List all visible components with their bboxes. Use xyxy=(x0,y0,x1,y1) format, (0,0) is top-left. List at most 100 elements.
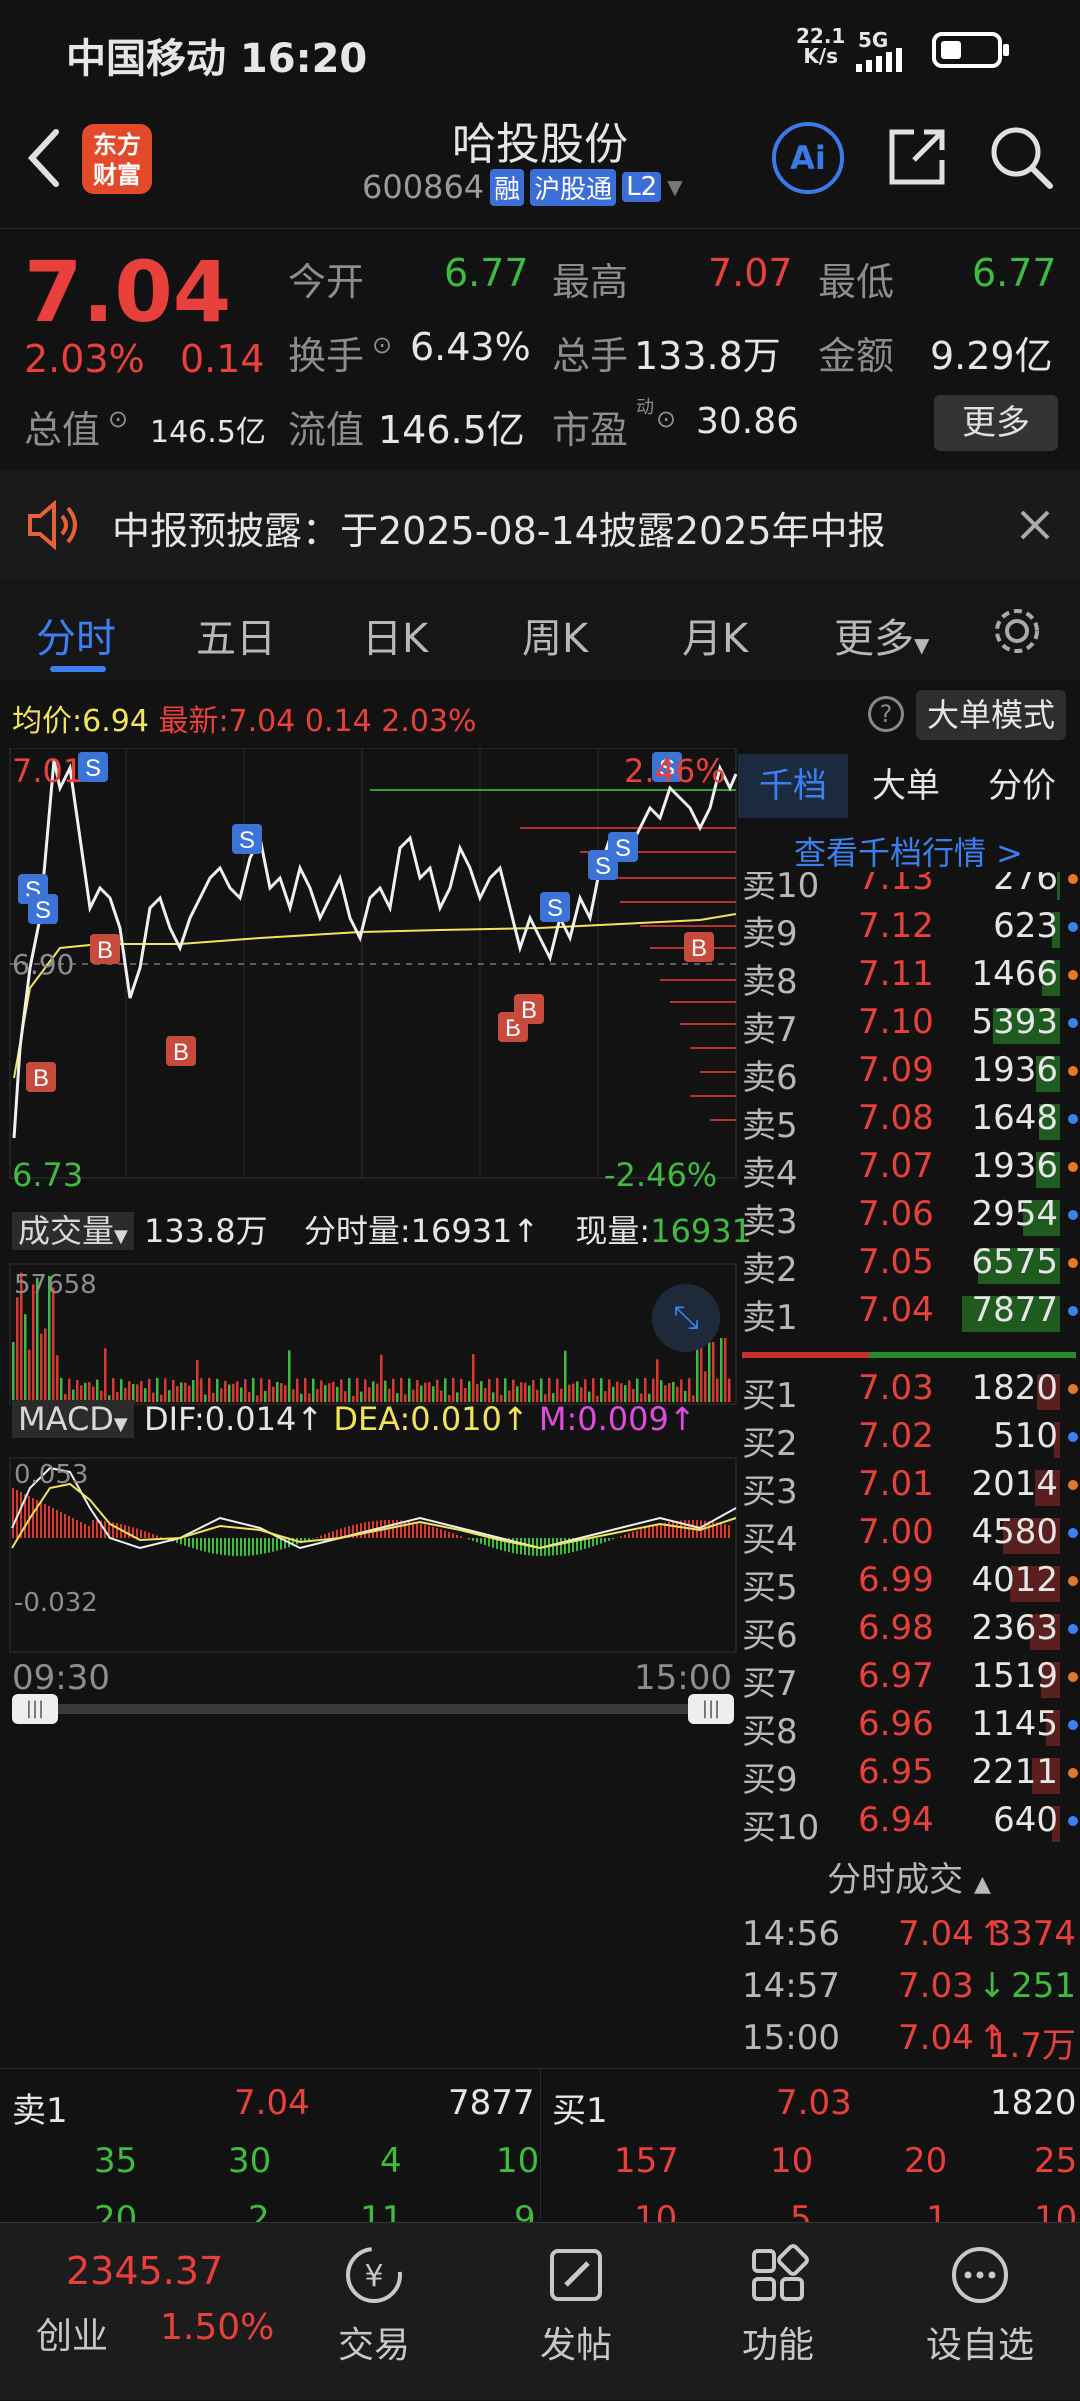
help-icon[interactable]: ? xyxy=(868,696,904,732)
float-label: 流值 xyxy=(288,399,364,454)
macd-bar xyxy=(328,1533,330,1538)
macd-bar xyxy=(276,1538,278,1551)
macd-bar xyxy=(76,1520,78,1538)
range-slider-track[interactable] xyxy=(12,1704,734,1714)
macd-bar xyxy=(612,1538,614,1539)
tab-weekly-k[interactable]: 周K xyxy=(522,606,588,664)
macd-bar xyxy=(520,1538,522,1554)
bid-price: 7.03 xyxy=(858,1368,934,1408)
macd-bar xyxy=(720,1523,722,1538)
ask-row[interactable]: 卖37.062954 xyxy=(738,1194,1080,1240)
ask-row[interactable]: 卖57.081648 xyxy=(738,1098,1080,1144)
bid-row[interactable]: 买86.961145 xyxy=(738,1704,1080,1750)
search-icon[interactable] xyxy=(988,124,1054,190)
range-handle-left[interactable]: ||| xyxy=(12,1694,58,1724)
chevron-down-icon[interactable]: ▼ xyxy=(667,175,682,199)
info-icon[interactable]: ⊙ xyxy=(108,405,128,433)
nav-post[interactable]: 发帖 xyxy=(496,2243,656,2368)
bid-row[interactable]: 买106.94640 xyxy=(738,1800,1080,1846)
macd-bar xyxy=(148,1533,150,1538)
index-ticker[interactable]: 2345.37 创业 1.50% xyxy=(0,2223,280,2401)
stock-header: 东方财富 哈投股份 600864 融 沪股通 L2 ▼ Ai xyxy=(0,100,1080,228)
macd-bar xyxy=(356,1524,358,1538)
ask-row[interactable]: 卖17.047877 xyxy=(738,1290,1080,1336)
bid-row[interactable]: 买66.982363 xyxy=(738,1608,1080,1654)
gear-icon[interactable] xyxy=(990,604,1044,658)
tab-five-day[interactable]: 五日 xyxy=(196,606,276,664)
bid-row[interactable]: 买96.952211 xyxy=(738,1752,1080,1798)
bid-row[interactable]: 买56.994012 xyxy=(738,1560,1080,1606)
volume-bar xyxy=(192,1380,195,1402)
svg-text:¥: ¥ xyxy=(364,2259,383,2294)
info-icon[interactable]: ⊙ xyxy=(372,331,392,359)
bid-row[interactable]: 买76.971519 xyxy=(738,1656,1080,1702)
tab-intraday[interactable]: 分时 xyxy=(36,606,116,664)
macd-bar xyxy=(192,1538,194,1548)
ask-row[interactable]: 卖87.111466 xyxy=(738,954,1080,1000)
notice-banner[interactable]: 中报预披露：于2025-08-14披露2025年中报 xyxy=(0,470,1080,580)
trades-title[interactable]: 分时成交 ▲ xyxy=(738,1852,1080,1901)
volume-bar xyxy=(512,1380,515,1402)
view-depth-link[interactable]: 查看千档行情 > xyxy=(794,828,1023,874)
volume-bars xyxy=(12,1273,731,1402)
more-button[interactable]: 更多 xyxy=(934,395,1058,451)
tab-more[interactable]: 更多▼ xyxy=(834,606,929,664)
tab-daily-k[interactable]: 日K xyxy=(362,606,428,664)
ask-row[interactable]: 卖27.056575 xyxy=(738,1242,1080,1288)
time-end: 15:00 xyxy=(634,1658,732,1698)
ask-row[interactable]: 卖107.13276 xyxy=(738,872,1080,904)
nav-trade[interactable]: ¥ 交易 xyxy=(294,2243,454,2368)
bid-volume: 4580 xyxy=(971,1512,1058,1552)
volume-bar xyxy=(120,1379,123,1402)
volume-bar xyxy=(128,1381,131,1402)
svg-text:S: S xyxy=(615,835,631,862)
trade-volume: 1.7万 xyxy=(988,2018,1076,2067)
ask-list: 卖107.13276卖97.12623卖87.111466卖77.105393卖… xyxy=(738,872,1080,1352)
macd-bar xyxy=(684,1520,686,1538)
macd-bar xyxy=(476,1538,478,1542)
volume-bar xyxy=(556,1379,559,1402)
volume-indicator-select[interactable]: 成交量▼ xyxy=(12,1212,134,1250)
bid-level-label: 买9 xyxy=(742,1752,798,1801)
range-handle-right[interactable]: ||| xyxy=(688,1694,734,1724)
change-amount: 0.14 xyxy=(180,337,265,381)
nav-add-watchlist[interactable]: 设自选 xyxy=(900,2243,1060,2368)
ask-dot-icon xyxy=(1068,1114,1078,1124)
bid-dot-icon xyxy=(1068,1480,1078,1490)
bid-row[interactable]: 买47.004580 xyxy=(738,1512,1080,1558)
ask-row[interactable]: 卖77.105393 xyxy=(738,1002,1080,1048)
trade-time: 15:00 xyxy=(742,2018,840,2058)
nav-functions[interactable]: 功能 xyxy=(698,2243,858,2368)
ask-row[interactable]: 卖97.12623 xyxy=(738,906,1080,952)
expand-icon[interactable]: ⤡ xyxy=(652,1284,720,1352)
ask-volume: 5393 xyxy=(971,1002,1058,1042)
ask-row[interactable]: 卖47.071936 xyxy=(738,1146,1080,1192)
ask-level-label: 卖7 xyxy=(742,1002,798,1051)
bid-row[interactable]: 买27.02510 xyxy=(738,1416,1080,1462)
big-order-mode-button[interactable]: 大单模式 xyxy=(916,690,1066,740)
bid-row[interactable]: 买37.012014 xyxy=(738,1464,1080,1510)
ask-row[interactable]: 卖67.091936 xyxy=(738,1050,1080,1096)
macd-bar xyxy=(200,1538,202,1551)
tab-price-dist[interactable]: 分价 xyxy=(964,754,1080,818)
macd-bar xyxy=(312,1538,314,1539)
macd-indicator-select[interactable]: MACD▼ xyxy=(12,1400,134,1438)
macd-bar xyxy=(460,1536,462,1538)
ask1-vol: 7877 xyxy=(448,2083,535,2123)
bid-level-label: 买3 xyxy=(742,1464,798,1513)
ask-volume: 2954 xyxy=(971,1194,1058,1234)
ai-icon[interactable]: Ai xyxy=(772,122,844,194)
bid-row[interactable]: 买17.031820 xyxy=(738,1368,1080,1414)
volume-bar xyxy=(392,1379,395,1402)
ask-level-label: 卖4 xyxy=(742,1146,798,1195)
share-icon[interactable] xyxy=(884,124,950,190)
macd-bar xyxy=(484,1538,486,1545)
tab-monthly-k[interactable]: 月K xyxy=(682,606,748,664)
more-dots-icon xyxy=(948,2243,1012,2307)
bid-dot-icon xyxy=(1068,1672,1078,1682)
info-icon[interactable]: ⊙ xyxy=(656,405,676,433)
tab-depth[interactable]: 千档 xyxy=(738,754,848,818)
tab-big-order[interactable]: 大单 xyxy=(848,754,964,818)
close-icon[interactable] xyxy=(1018,508,1052,542)
bid-queue-cell: 10 xyxy=(770,2141,813,2181)
